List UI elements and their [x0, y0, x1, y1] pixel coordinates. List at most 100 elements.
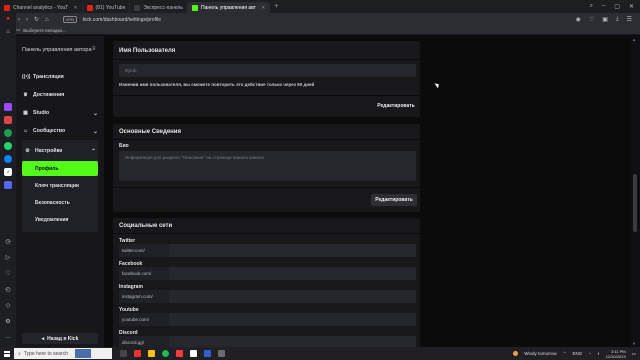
search-highlight-image	[75, 349, 92, 358]
app-icon[interactable]	[4, 116, 12, 124]
chevron-down-icon: ⌄	[92, 110, 98, 117]
heart-icon[interactable]: ♡	[589, 16, 594, 23]
home-icon[interactable]: ⌂	[4, 28, 12, 36]
sidebar-subitem-profile[interactable]: Профиль	[22, 161, 98, 176]
heart-icon[interactable]: ♡	[4, 269, 12, 277]
maximize-icon[interactable]: ▢	[614, 3, 620, 10]
page-scrollbar[interactable]: ▲ ▼	[631, 36, 640, 347]
volume-icon[interactable]: ◖	[597, 351, 600, 356]
username-title: Имя Пользователя	[119, 48, 176, 54]
social-title: Социальные сети	[119, 223, 173, 229]
kick-icon	[192, 4, 199, 11]
bookmarks-hint[interactable]: Выберите вкладки...	[23, 28, 65, 33]
opera-logo-icon[interactable]: ●	[4, 15, 12, 23]
back-icon[interactable]: ‹	[18, 17, 20, 23]
close-window-icon[interactable]: ✕	[629, 3, 634, 10]
sidebar-item-settings[interactable]: ⚙ Настройки ⌃	[22, 142, 98, 160]
facebook-prefix: facebook.com/	[119, 267, 169, 280]
social-card: Социальные сети Twitter twitter.com/ Fac…	[113, 218, 420, 353]
camera-icon[interactable]: ◉	[576, 16, 581, 23]
tab-kick-dashboard[interactable]: Панель управления авт ✕	[188, 2, 271, 13]
instagram-input[interactable]	[169, 290, 416, 303]
bookmark-folder-icon: ▭	[16, 27, 21, 32]
tab-youtube[interactable]: (81) YouTube	[83, 2, 131, 13]
username-card: Имя Пользователя Djsob Изменив имя польз…	[113, 41, 420, 117]
tab-speed-dial[interactable]: Экспресс-панель	[130, 2, 189, 13]
tab-channel-analytics[interactable]: Channel analytics - YouT ✕	[0, 2, 83, 13]
settings-group: ⚙ Настройки ⌃ Профиль Ключ трансляции Бе…	[22, 140, 98, 232]
close-icon[interactable]: ✕	[73, 5, 77, 11]
sidebar-item-achievements[interactable]: ♛ Достижения	[22, 86, 98, 104]
youtube-prefix: youtube.com/	[119, 313, 169, 326]
edit-username-button[interactable]: Редактировать	[375, 100, 417, 112]
spotify-icon[interactable]	[162, 350, 169, 357]
notification-icon[interactable]: ▭	[632, 351, 636, 357]
sidebar-subitem-security[interactable]: Безопасность	[22, 194, 98, 211]
forward-icon[interactable]: ›	[26, 17, 28, 23]
taskbar-search[interactable]: ⌕ Type here to search	[14, 348, 112, 359]
clock-icon[interactable]: ◴	[4, 285, 12, 293]
discord-icon[interactable]	[4, 181, 12, 189]
wifi-icon[interactable]: ◔	[588, 351, 591, 356]
messenger-icon[interactable]	[4, 155, 12, 163]
username-input[interactable]: Djsob	[119, 64, 416, 77]
tray-arrow-icon[interactable]: ⌃	[563, 351, 567, 357]
twitter-input[interactable]	[169, 244, 416, 257]
close-icon[interactable]: ✕	[261, 5, 265, 11]
sidebar-subitem-stream-key[interactable]: Ключ трансляции	[22, 177, 98, 194]
edit-bio-button[interactable]: Редактировать	[371, 194, 417, 206]
minimize-icon[interactable]: –	[602, 3, 605, 10]
play-icon[interactable]: ▷	[4, 253, 12, 261]
aria-icon[interactable]	[4, 103, 12, 111]
sidebar-item-community[interactable]: ☺ Сообщество ⌄	[22, 122, 98, 140]
search-icon: ⌕	[18, 350, 21, 357]
new-tab-button[interactable]: +	[270, 3, 282, 10]
file-explorer-icon[interactable]	[148, 350, 155, 357]
app-icon-2[interactable]	[204, 350, 211, 357]
scroll-down-icon[interactable]: ▼	[632, 341, 636, 346]
menu-icon[interactable]: ☰	[627, 16, 632, 23]
search-tabs-icon[interactable]: ⌕	[590, 3, 593, 10]
media-app-icon[interactable]	[176, 350, 183, 357]
arrow-left-icon: ◂	[41, 335, 45, 342]
opera-icon[interactable]	[134, 350, 141, 357]
home-icon[interactable]: ⌂	[45, 17, 49, 23]
twitter-field[interactable]: twitter.com/	[119, 244, 416, 257]
whatsapp-icon[interactable]	[4, 142, 12, 150]
settings-gear-icon[interactable]: ⚙	[4, 317, 12, 325]
vpn-badge[interactable]: VPN	[62, 16, 77, 23]
weather-text[interactable]: Windy tomorrow	[524, 351, 557, 356]
history-icon[interactable]: ◷	[4, 237, 12, 245]
wallet-icon[interactable]: ▣	[602, 16, 608, 23]
telegram-icon[interactable]	[4, 129, 12, 137]
basic-info-title: Основные Сведения	[119, 129, 181, 135]
tiktok-icon[interactable]: ♪	[4, 168, 12, 176]
scroll-thumb[interactable]	[633, 174, 637, 232]
facebook-field[interactable]: facebook.com/	[119, 267, 416, 280]
chevron-up-icon: ⌃	[90, 148, 96, 155]
scroll-up-icon[interactable]: ▲	[632, 37, 636, 42]
reload-icon[interactable]: ↻	[34, 16, 39, 23]
facebook-input[interactable]	[169, 267, 416, 280]
youtube-field[interactable]: youtube.com/	[119, 313, 416, 326]
url-field[interactable]: kick.com/dashboard/settings/profile	[83, 17, 161, 23]
collapse-sidebar-icon[interactable]: ≡	[92, 46, 96, 52]
language-indicator[interactable]: ENG	[573, 351, 583, 356]
download-icon[interactable]: ⤓	[616, 16, 619, 23]
youtube-input[interactable]	[169, 313, 416, 326]
browser-sidebar: ● ⌂ ♪ ◷ ▷ ♡ ◴ ◇ ⚙ …	[0, 13, 16, 347]
back-to-kick-button[interactable]: ◂ Назад в Kick	[22, 333, 98, 344]
instagram-field[interactable]: instagram.com/	[119, 290, 416, 303]
bookmarks-bar: ▭ Выберите вкладки...	[0, 26, 640, 35]
app-icon-3[interactable]	[218, 350, 225, 357]
cube-icon[interactable]: ◇	[4, 301, 12, 309]
sidebar-item-studio[interactable]: ▦ Studio ⌄	[22, 104, 98, 122]
start-button[interactable]	[0, 350, 14, 357]
sidebar-item-broadcast[interactable]: ((•)) Трансляция	[22, 68, 98, 86]
app-icon[interactable]	[190, 350, 197, 357]
clock[interactable]: 3:11 PM 12/30/2023	[606, 349, 626, 359]
bio-textarea[interactable]: Информация для раздела "Описание" на стр…	[119, 151, 416, 181]
sidebar-subitem-notifications[interactable]: Уведомления	[22, 211, 98, 228]
more-icon[interactable]: …	[4, 333, 12, 341]
task-view-icon[interactable]	[120, 350, 127, 357]
